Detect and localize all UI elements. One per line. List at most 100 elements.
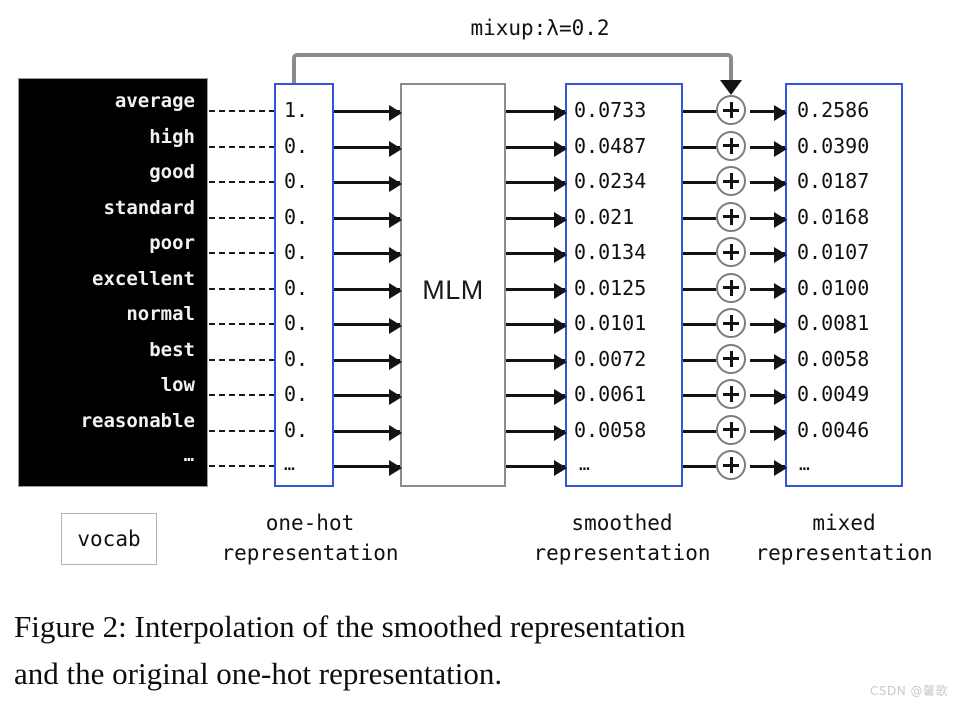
caption-onehot-line2: representation xyxy=(221,541,399,565)
dashed-connector xyxy=(209,394,275,396)
vocab-item: standard xyxy=(103,196,195,219)
caption-onehot: one-hot representation xyxy=(190,508,430,568)
vocab-item: low xyxy=(160,374,195,396)
plus-operator-icon xyxy=(716,379,746,409)
plus-operator-icon xyxy=(716,450,746,480)
mlm-model-box: MLM xyxy=(400,83,506,487)
value-cell: 0.0072 xyxy=(574,346,647,371)
dashed-connector xyxy=(209,429,275,432)
plus-operator-icon xyxy=(716,272,746,303)
caption-smoothed: smoothed representation xyxy=(497,508,747,568)
mixed-representation-box: 0.2586 0.0390 0.0187 0.0168 0.0107 0.0100 0.00… xyxy=(785,83,903,487)
value-cell: … xyxy=(579,454,591,475)
value-cell: 0. xyxy=(284,346,309,371)
caption-mixed-line2: representation xyxy=(755,541,933,565)
value-cell: 0.0046 xyxy=(797,417,870,442)
dashed-connector xyxy=(209,110,275,112)
plus-operator-icon xyxy=(716,201,746,232)
vocab-item: normal xyxy=(126,303,195,325)
plus-operator-icon xyxy=(716,130,746,161)
caption-onehot-line1: one-hot xyxy=(265,511,355,535)
caption-mixed-line1: mixed xyxy=(812,511,876,535)
arrow-icon xyxy=(750,424,787,441)
arrow-icon xyxy=(750,247,787,263)
mixup-label: mixup:λ=0.2 xyxy=(470,16,610,40)
vocab-item: best xyxy=(149,338,195,361)
value-cell: 0.0058 xyxy=(797,346,870,371)
caption-mixed: mixed representation xyxy=(733,508,955,568)
plus-operator-icon xyxy=(716,343,746,374)
vocab-item: high xyxy=(149,125,195,148)
connector-line xyxy=(683,358,716,362)
connector-line xyxy=(683,394,716,397)
plus-operator-icon xyxy=(716,166,746,196)
value-cell: 0.0125 xyxy=(574,275,647,300)
figure-caption: Figure 2: Interpolation of the smoothed … xyxy=(14,603,944,697)
vocab-list: average high good standard poor excellent norm… xyxy=(19,79,207,486)
mixup-bracket-connector xyxy=(292,53,733,83)
value-cell: 0. xyxy=(284,204,309,229)
arrow-icon xyxy=(334,282,402,299)
value-cell: 0. xyxy=(284,169,309,193)
arrow-icon xyxy=(506,176,567,192)
caption-smoothed-line1: smoothed xyxy=(571,511,673,535)
value-cell: 1. xyxy=(284,98,309,122)
value-cell: 0. xyxy=(284,275,309,300)
arrow-icon xyxy=(506,140,567,157)
vocab-tag: vocab xyxy=(61,513,157,565)
dashed-connector xyxy=(209,323,275,325)
connector-line xyxy=(683,287,716,291)
arrow-icon xyxy=(334,318,402,334)
value-cell: 0.0733 xyxy=(574,98,647,122)
plus-operator-icon xyxy=(716,308,746,338)
figure-caption-line1: Figure 2: Interpolation of the smoothed … xyxy=(14,609,686,644)
plus-operator-icon xyxy=(716,414,746,445)
value-cell: … xyxy=(284,454,296,475)
plus-operator-icon xyxy=(716,95,746,125)
arrow-icon xyxy=(506,389,567,405)
dashed-connector xyxy=(209,216,275,219)
value-cell: 0.0134 xyxy=(574,240,647,264)
value-cell: 0. xyxy=(284,417,309,442)
dashed-connector xyxy=(209,145,275,148)
arrow-icon xyxy=(506,247,567,263)
arrow-icon xyxy=(750,176,787,192)
arrow-icon xyxy=(750,105,787,121)
value-cell: 0.0081 xyxy=(797,311,870,335)
value-cell: 0.0107 xyxy=(797,240,870,264)
arrow-icon xyxy=(334,389,402,405)
value-cell: 0. xyxy=(284,382,309,406)
arrow-icon xyxy=(506,318,567,334)
arrow-icon xyxy=(506,211,567,228)
arrow-icon xyxy=(506,460,567,476)
watermark: CSDN @馨歌 xyxy=(869,684,948,698)
dashed-connector xyxy=(209,358,275,361)
arrow-icon xyxy=(506,282,567,299)
arrow-icon xyxy=(750,211,787,228)
connector-line xyxy=(683,429,716,433)
connector-line xyxy=(683,465,716,468)
onehot-representation-box: 1. 0. 0. 0. 0. 0. 0. 0. 0. 0.… xyxy=(274,83,334,487)
value-cell: 0.0168 xyxy=(797,204,870,229)
arrow-icon xyxy=(750,389,787,405)
arrow-icon xyxy=(334,140,402,157)
value-cell: 0.0187 xyxy=(797,169,870,193)
connector-line xyxy=(683,181,716,184)
value-cell: 0.0100 xyxy=(797,275,870,300)
vocab-item: good xyxy=(149,161,195,183)
value-cell: 0.0049 xyxy=(797,382,870,406)
arrow-icon xyxy=(334,105,402,121)
arrow-icon xyxy=(506,424,567,441)
arrow-icon xyxy=(506,105,567,121)
mixup-arrowhead-icon xyxy=(720,80,742,95)
value-cell: 0. xyxy=(284,311,309,335)
arrow-icon xyxy=(750,460,787,476)
value-cell: 0.0390 xyxy=(797,133,870,158)
value-cell: 0. xyxy=(284,133,309,158)
arrow-icon xyxy=(334,211,402,228)
mlm-label: MLM xyxy=(422,275,484,305)
vocab-item: … xyxy=(183,446,195,466)
arrow-icon xyxy=(334,247,402,263)
smoothed-representation-box: 0.0733 0.0487 0.0234 0.021 0.0134 0.0125 0.010… xyxy=(565,83,683,487)
connector-line xyxy=(683,216,716,220)
